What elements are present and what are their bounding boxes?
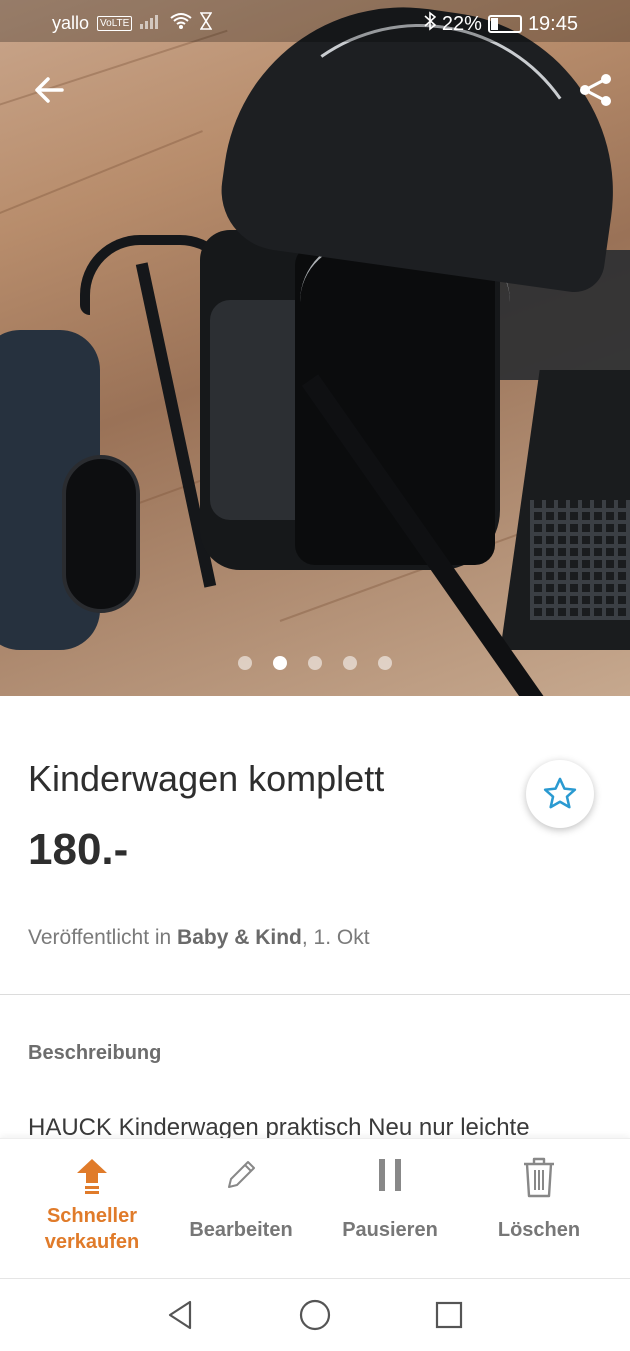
listing-action-bar: Schneller verkaufen Bearbeiten Pausieren… — [0, 1138, 630, 1279]
back-button[interactable] — [30, 70, 70, 110]
nav-recents-button[interactable] — [431, 1297, 467, 1333]
carrier-label: yallo — [52, 13, 90, 33]
hourglass-icon — [199, 12, 213, 35]
status-bar: yallo VoLTE 22% 19:45 — [0, 0, 630, 42]
delete-label: Löschen — [497, 1219, 581, 1241]
clock: 19:45 — [527, 12, 578, 35]
listing-price: 180.- — [28, 825, 129, 874]
gallery-dot[interactable] — [343, 656, 357, 670]
gallery-dot[interactable] — [378, 656, 392, 670]
category-link[interactable]: Baby & Kind — [177, 926, 302, 949]
nav-back-icon — [168, 1300, 192, 1330]
battery-icon — [487, 15, 522, 33]
delete-button[interactable]: Löschen — [464, 1155, 614, 1242]
back-arrow-icon — [35, 77, 64, 103]
gallery-dot-active[interactable] — [273, 656, 287, 670]
pause-button[interactable]: Pausieren — [315, 1155, 465, 1242]
edit-label: Bearbeiten — [189, 1219, 293, 1241]
section-divider — [0, 994, 630, 995]
pencil-icon — [228, 1161, 255, 1188]
sell-faster-label-1: Schneller — [46, 1205, 138, 1227]
gallery-pagination[interactable] — [0, 656, 630, 670]
battery-percent: 22% — [441, 12, 482, 35]
star-icon — [543, 777, 577, 809]
bluetooth-icon — [424, 11, 437, 37]
published-prefix: Veröffentlicht in — [28, 926, 178, 949]
listing-photo[interactable]: yallo VoLTE 22% 19:45 — [0, 0, 630, 696]
description-heading: Beschreibung — [28, 1042, 162, 1064]
listing-title: Kinderwagen komplett — [28, 758, 385, 799]
nav-back-button[interactable] — [163, 1297, 199, 1333]
gallery-dot[interactable] — [308, 656, 322, 670]
signal-icon — [140, 13, 162, 34]
edit-button[interactable]: Bearbeiten — [166, 1155, 316, 1242]
nav-home-button[interactable] — [297, 1297, 333, 1333]
sell-faster-button[interactable]: Schneller verkaufen — [17, 1155, 167, 1255]
share-button[interactable] — [576, 70, 616, 110]
wifi-icon — [170, 12, 192, 35]
trash-icon — [524, 1157, 554, 1198]
volte-badge: VoLTE — [97, 16, 133, 31]
nav-home-icon — [299, 1299, 331, 1331]
gallery-dot[interactable] — [238, 656, 252, 670]
sell-faster-label-2: verkaufen — [44, 1231, 140, 1253]
pause-label: Pausieren — [342, 1219, 438, 1241]
pause-icon — [379, 1159, 401, 1191]
favorite-button[interactable] — [526, 760, 594, 828]
published-info: Veröffentlicht in Baby & Kind, 1. Okt — [28, 926, 370, 950]
upload-arrow-icon — [77, 1159, 107, 1194]
share-icon — [580, 74, 611, 106]
system-navigation-bar — [0, 1278, 630, 1351]
published-date: , 1. Okt — [301, 926, 370, 949]
nav-recents-icon — [435, 1301, 463, 1329]
